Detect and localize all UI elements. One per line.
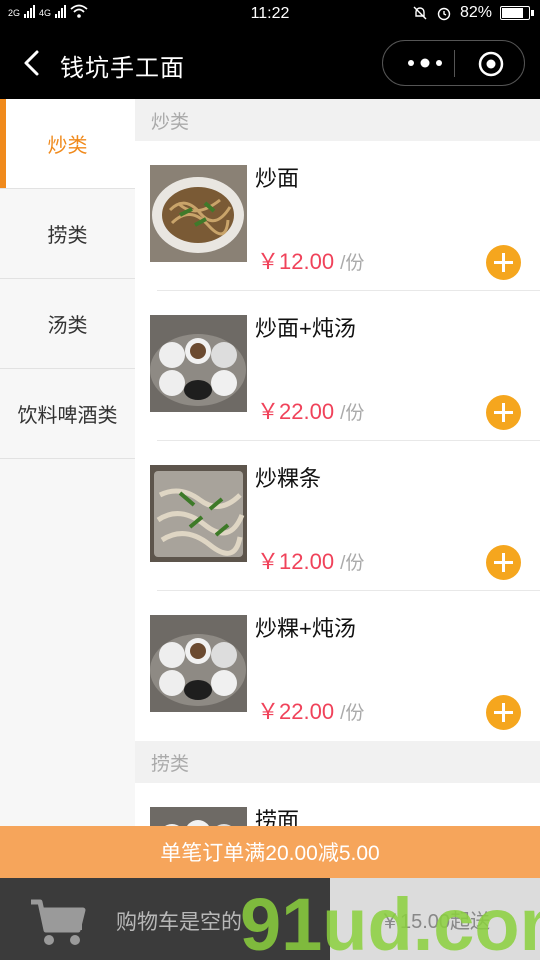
- price-unit: /份: [340, 253, 365, 274]
- product-image: [150, 465, 247, 562]
- category-label: 饮料啤酒类: [17, 405, 118, 427]
- category-label: 炒类: [47, 135, 88, 157]
- product-list[interactable]: 炒类 炒面 ￥12.00/份 炒面+炖汤 ￥22.00/份 炒粿条 ￥12.00…: [135, 99, 540, 826]
- product-name: 炒面+炖汤: [255, 316, 356, 341]
- mini-program-capsule: [382, 40, 525, 86]
- product-item[interactable]: 捞面: [135, 783, 540, 826]
- product-image: [150, 807, 247, 826]
- promotion-text: 单笔订单满20.00减5.00: [160, 842, 380, 865]
- more-options-icon[interactable]: [403, 53, 447, 73]
- product-name: 炒粿+炖汤: [255, 616, 356, 641]
- product-item[interactable]: 炒粿条 ￥12.00/份: [135, 441, 540, 591]
- category-item-drinks[interactable]: 饮料啤酒类: [0, 369, 135, 459]
- mute-bell-icon: [413, 6, 427, 20]
- product-price: ￥12.00/份: [257, 244, 364, 276]
- category-item-lao[interactable]: 捞类: [0, 189, 135, 279]
- add-to-cart-button[interactable]: [486, 545, 521, 580]
- product-item[interactable]: 炒面+炖汤 ￥22.00/份: [135, 291, 540, 441]
- close-mini-program-icon[interactable]: [477, 50, 505, 78]
- price-value: ￥22.00: [257, 699, 335, 724]
- category-sidebar: 炒类 捞类 汤类 饮料啤酒类: [0, 99, 135, 826]
- category-item-chao[interactable]: 炒类: [0, 99, 135, 189]
- category-label: 捞类: [47, 225, 88, 247]
- promotion-banner: 单笔订单满20.00减5.00: [0, 826, 540, 878]
- product-item[interactable]: 炒粿+炖汤 ￥22.00/份: [135, 591, 540, 741]
- checkout-button[interactable]: ￥15.00起送: [330, 878, 540, 960]
- product-name: 炒粿条: [255, 466, 322, 491]
- page-title: 钱坑手工面: [60, 55, 185, 82]
- product-name: 捞面: [255, 808, 300, 826]
- add-to-cart-button[interactable]: [486, 695, 521, 730]
- price-value: ￥12.00: [257, 249, 335, 274]
- battery-icon: [500, 6, 534, 20]
- add-to-cart-button[interactable]: [486, 245, 521, 280]
- product-price: ￥22.00/份: [257, 394, 364, 426]
- category-label: 汤类: [47, 315, 88, 337]
- section-header: 炒类: [135, 99, 540, 141]
- category-item-tang[interactable]: 汤类: [0, 279, 135, 369]
- product-image: [150, 615, 247, 712]
- product-name: 炒面: [255, 166, 300, 191]
- battery-percent: 82%: [459, 4, 492, 21]
- capsule-divider: [454, 50, 455, 77]
- product-price: ￥12.00/份: [257, 544, 364, 576]
- section-header: 捞类: [135, 741, 540, 783]
- add-to-cart-button[interactable]: [486, 395, 521, 430]
- cart-bar[interactable]: 购物车是空的 ￥15.00起送: [0, 878, 540, 960]
- price-unit: /份: [340, 403, 365, 424]
- back-arrow-icon[interactable]: [18, 48, 48, 78]
- price-unit: /份: [340, 703, 365, 724]
- status-bar: 2G 4G 11:22 82%: [0, 0, 540, 28]
- price-value: ￥22.00: [257, 399, 335, 424]
- price-value: ￥12.00: [257, 549, 335, 574]
- product-price: ￥22.00/份: [257, 694, 364, 726]
- product-image: [150, 315, 247, 412]
- cart-empty-text: 购物车是空的: [116, 911, 242, 934]
- navigation-bar: 钱坑手工面: [0, 28, 540, 99]
- product-item[interactable]: 炒面 ￥12.00/份: [135, 141, 540, 291]
- price-unit: /份: [340, 553, 365, 574]
- min-order-text: ￥15.00起送: [379, 910, 491, 933]
- product-image: [150, 165, 247, 262]
- shopping-cart-icon[interactable]: [28, 896, 88, 948]
- alarm-icon: [437, 7, 451, 21]
